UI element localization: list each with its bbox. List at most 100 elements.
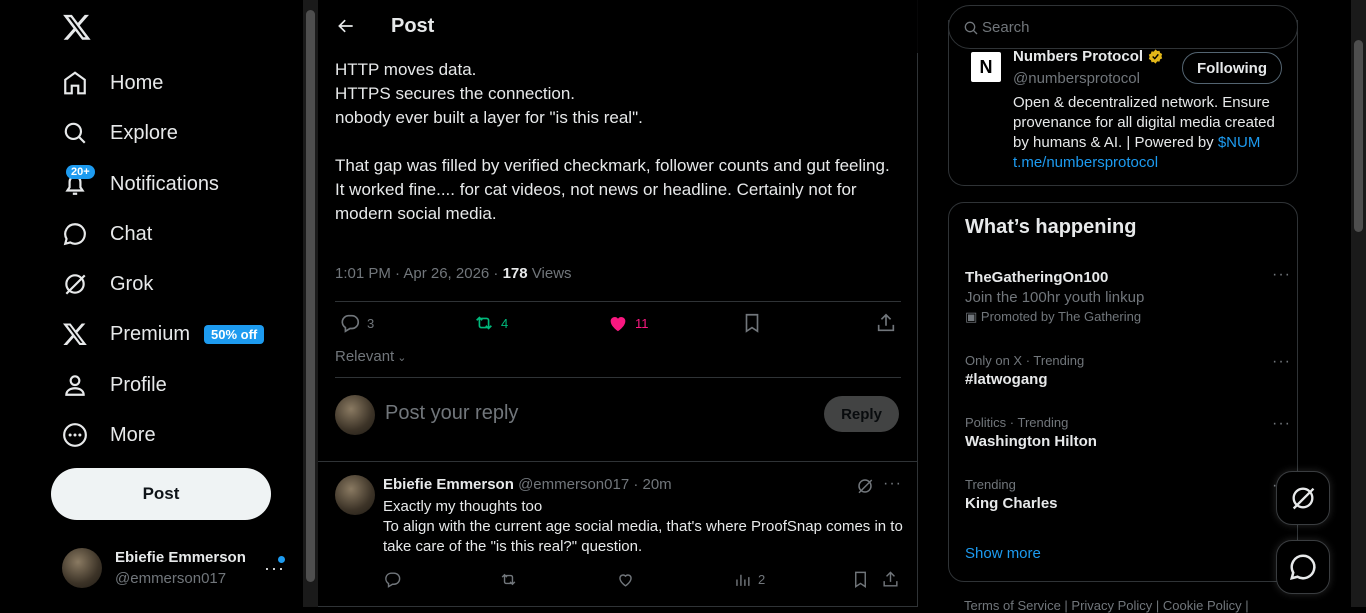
cashtag-link[interactable]: $NUM <box>1218 134 1261 151</box>
page-scrollbar[interactable] <box>1351 0 1366 607</box>
reply-actions: 2 <box>383 570 903 590</box>
post-line: HTTPS secures the connection. <box>335 84 576 103</box>
scrollbar-thumb[interactable] <box>306 10 315 582</box>
nav-home[interactable]: Home <box>52 60 173 106</box>
reply-tweet[interactable]: Ebiefie Emmerson @emmerson017 · 20m ··· … <box>318 463 918 607</box>
trend-context: Trending <box>965 477 1016 492</box>
reply-author-handle: @emmerson017 · 20m <box>518 476 672 493</box>
account-switcher[interactable]: Ebiefie Emmerson @emmerson017 ··· <box>62 546 292 592</box>
share-action[interactable] <box>881 570 906 589</box>
like-action[interactable] <box>616 570 641 589</box>
reply-action[interactable] <box>383 570 408 589</box>
reply-input[interactable]: Post your reply <box>385 402 518 425</box>
nav-premium[interactable]: Premium 50% off <box>52 311 274 357</box>
nav-profile-label: Profile <box>110 373 167 396</box>
heart-icon <box>610 317 626 332</box>
nav-explore-label: Explore <box>110 121 178 144</box>
repost-action[interactable] <box>499 570 524 589</box>
unread-dot <box>278 556 285 563</box>
views-action[interactable]: 2 <box>733 570 765 589</box>
divider <box>335 301 901 302</box>
numbers-protocol-logo[interactable]: N <box>971 52 1001 82</box>
nav-grok[interactable]: Grok <box>52 261 163 307</box>
repost-icon <box>501 573 516 586</box>
person-icon <box>62 372 88 398</box>
search-input[interactable]: Search <box>982 19 1030 36</box>
telegram-link[interactable]: t.me/numbersprotocol <box>1013 154 1158 171</box>
bell-icon: 20+ <box>62 165 95 197</box>
profile-handle: @numbersprotocol <box>1013 70 1140 87</box>
repost-action[interactable]: 4 <box>473 312 508 334</box>
repost-icon <box>476 316 492 330</box>
nav-explore[interactable]: Explore <box>52 110 188 156</box>
reply-author-name[interactable]: Ebiefie Emmerson <box>383 476 514 493</box>
search-icon <box>62 120 88 146</box>
following-button[interactable]: Following <box>1182 52 1282 84</box>
avatar[interactable] <box>335 475 375 515</box>
bookmark-action[interactable] <box>741 312 769 334</box>
post-actions: 3 4 11 <box>335 312 901 340</box>
repost-count: 4 <box>501 315 509 331</box>
avatar <box>62 548 102 588</box>
grok-icon[interactable] <box>856 477 874 495</box>
x-icon <box>62 321 88 347</box>
trend-context: Only on X · Trending <box>965 353 1085 368</box>
grok-fab[interactable] <box>1276 471 1330 525</box>
x-logo-icon[interactable] <box>62 12 92 42</box>
search-bar[interactable]: Search <box>948 5 1298 49</box>
trend-item[interactable]: TheGatheringOn100 Join the 100hr youth l… <box>965 266 1290 325</box>
nav-profile[interactable]: Profile <box>52 362 177 408</box>
share-action[interactable] <box>875 312 903 334</box>
post-header: Post <box>318 0 918 53</box>
bookmark-icon <box>855 571 866 588</box>
views-count: 178 <box>502 265 528 282</box>
reply-line: To align with the current age social med… <box>383 518 903 555</box>
trend-name: TheGatheringOn100 <box>965 269 1109 286</box>
like-action[interactable]: 11 <box>607 312 649 334</box>
nav-more[interactable]: More <box>52 412 166 458</box>
profile-name-row[interactable]: Numbers Protocol <box>1013 48 1164 65</box>
left-sidebar: Home Explore 20+ Notifications Chat Grok… <box>0 0 303 607</box>
reply-views: 2 <box>758 572 766 587</box>
reply-action[interactable]: 3 <box>339 312 374 334</box>
trend-item[interactable]: Only on X · Trending #latwogang ··· <box>965 353 1290 388</box>
more-dots-icon[interactable]: ··· <box>1272 415 1291 433</box>
reply-icon <box>341 314 360 333</box>
post-button[interactable]: Post <box>51 468 271 520</box>
main-scrollbar[interactable] <box>303 0 318 607</box>
back-arrow-icon[interactable] <box>336 16 356 36</box>
bookmark-icon <box>745 313 759 333</box>
post-line: It worked fine.... for cat videos, not n… <box>335 180 862 223</box>
reply-header: Ebiefie Emmerson @emmerson017 · 20m <box>383 476 672 493</box>
nav-notifications[interactable]: 20+ Notifications <box>52 161 229 207</box>
trend-name: Washington Hilton <box>965 433 1097 450</box>
sort-dropdown[interactable]: Relevant ⌄ <box>335 348 406 365</box>
sort-label: Relevant <box>335 348 395 365</box>
grok-icon <box>62 271 88 297</box>
nav-premium-label: Premium <box>110 322 191 345</box>
reply-count: 3 <box>367 315 375 331</box>
show-more-link[interactable]: Show more <box>965 545 1041 562</box>
reply-icon <box>385 572 401 588</box>
profile-bio: Open & decentralized network. Ensure pro… <box>1013 93 1288 173</box>
nav-chat[interactable]: Chat <box>52 211 162 257</box>
heart-icon <box>619 574 632 587</box>
post-line: HTTP moves data. <box>335 60 477 79</box>
scrollbar-thumb[interactable] <box>1354 40 1363 232</box>
bookmark-action[interactable] <box>851 570 876 589</box>
trend-item[interactable]: Trending King Charles ··· <box>965 477 1290 512</box>
more-dots-icon[interactable]: ··· <box>1272 266 1291 284</box>
chat-fab[interactable] <box>1276 540 1330 594</box>
share-icon <box>883 571 898 587</box>
home-icon <box>62 70 88 96</box>
trend-context: Politics · Trending <box>965 415 1069 430</box>
reply-button[interactable]: Reply <box>824 396 899 432</box>
trend-item[interactable]: Politics · Trending Washington Hilton ··… <box>965 415 1290 450</box>
more-dots-icon[interactable]: ··· <box>1272 353 1291 371</box>
account-handle: @emmerson017 <box>115 570 227 587</box>
like-count: 11 <box>635 315 649 331</box>
trend-name: #latwogang <box>965 371 1048 388</box>
page-title: Post <box>391 15 435 37</box>
footer-links[interactable]: Terms of Service | Privacy Policy | Cook… <box>964 598 1249 613</box>
more-dots-icon[interactable]: ··· <box>883 475 902 493</box>
